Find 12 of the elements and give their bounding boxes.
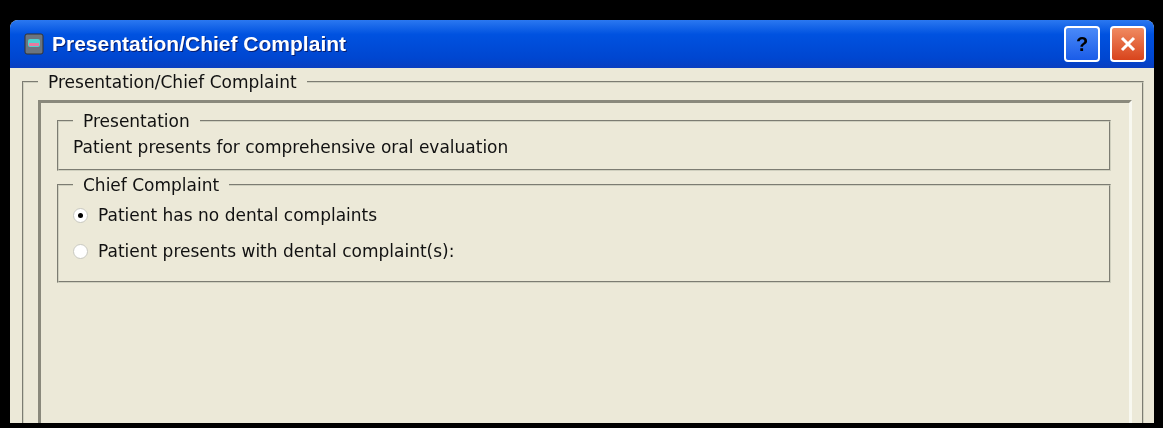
group-title: Presentation/Chief Complaint [47, 72, 298, 92]
close-button[interactable] [1110, 26, 1146, 62]
radio-button[interactable] [73, 243, 88, 259]
window-title: Presentation/Chief Complaint [52, 32, 347, 56]
close-icon [1120, 36, 1136, 52]
radio-label[interactable]: Patient has no dental complaints [98, 205, 378, 225]
radio-button[interactable] [73, 207, 88, 223]
radio-label[interactable]: Patient presents with dental complaint(s): [98, 241, 455, 261]
group-title: Presentation [82, 111, 191, 131]
group-title: Chief Complaint [82, 175, 221, 195]
presentation-text: Patient presents for comprehensive oral evaluation [73, 136, 510, 157]
help-button[interactable]: ? [1064, 26, 1100, 62]
